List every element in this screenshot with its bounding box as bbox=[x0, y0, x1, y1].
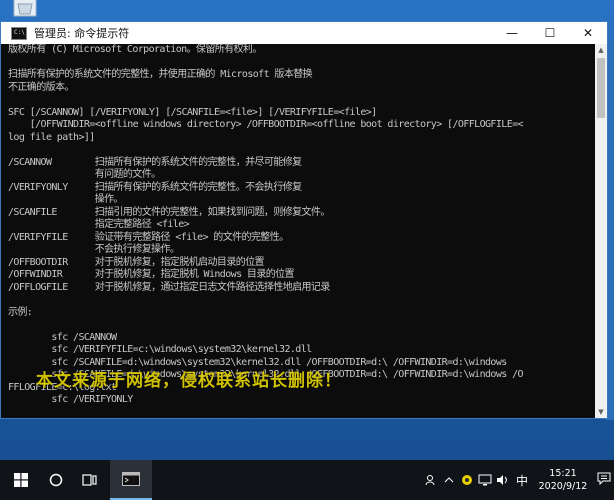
scroll-down-arrow-icon[interactable]: ▼ bbox=[595, 406, 607, 418]
taskbar: 中 15:21 2020/9/12 bbox=[0, 460, 614, 500]
scroll-up-arrow-icon[interactable]: ▲ bbox=[595, 44, 607, 56]
volume-icon[interactable] bbox=[494, 460, 512, 500]
console-line: 不正确的版本。 bbox=[8, 81, 74, 93]
maximize-button[interactable]: ☐ bbox=[531, 22, 569, 44]
search-button[interactable] bbox=[42, 460, 70, 500]
console-line: /OFFWINDIR 对于脱机修复，指定脱机 Windows 目录的位置 bbox=[8, 269, 295, 280]
console-line: 操作。 bbox=[8, 194, 124, 205]
window-title: 管理员: 命令提示符 bbox=[34, 27, 130, 40]
search-circle-icon bbox=[49, 473, 63, 487]
console-line: sfc /SCANNOW bbox=[8, 331, 117, 343]
close-button[interactable]: ✕ bbox=[569, 22, 607, 44]
console-line: /VERIFYFILE 验证带有完整路径 <file> 的文件的完整性。 bbox=[8, 231, 289, 243]
console-line: log file path>]] bbox=[8, 131, 95, 143]
console-line: /SCANFILE 扫描引用的文件的完整性，如果找到问题，则修复文件。 bbox=[8, 206, 330, 218]
console-output[interactable]: 版权所有 (C) Microsoft Corporation。保留所有权利。扫描… bbox=[1, 44, 595, 418]
network-icon[interactable] bbox=[476, 460, 494, 500]
console-line: 扫描所有保护的系统文件的完整性，并使用正确的 Microsoft 版本替换 bbox=[8, 69, 313, 80]
console-line: 不会执行修复操作。 bbox=[8, 244, 180, 255]
system-tray: 中 15:21 2020/9/12 bbox=[422, 460, 614, 500]
clock[interactable]: 15:21 2020/9/12 bbox=[532, 467, 594, 493]
task-view-icon bbox=[82, 474, 97, 486]
console-line: 示例: bbox=[8, 306, 33, 318]
recycle-bin-icon[interactable] bbox=[6, 0, 46, 20]
taskbar-cmd-button[interactable] bbox=[110, 460, 152, 500]
console-line: [/OFFWINDIR=<offline windows directory> … bbox=[8, 119, 524, 130]
cmd-app-icon bbox=[122, 472, 140, 486]
console-line: sfc /VERIFYFILE=c:\windows\system32\kern… bbox=[8, 344, 312, 355]
minimize-button[interactable]: — bbox=[493, 22, 531, 44]
console-line: sfc /VERIFYONLY bbox=[8, 394, 133, 405]
console-line: /SCANNOW 扫描所有保护的系统文件的完整性，并尽可能修复 bbox=[8, 156, 302, 168]
task-view-button[interactable] bbox=[70, 460, 110, 500]
cmd-icon: C:\ bbox=[11, 26, 27, 40]
window-controls: — ☐ ✕ bbox=[493, 22, 607, 44]
ime-indicator[interactable]: 中 bbox=[512, 472, 532, 489]
vertical-scrollbar[interactable]: ▲ ▼ bbox=[595, 44, 607, 418]
scrollbar-thumb[interactable] bbox=[597, 58, 605, 118]
title-bar[interactable]: C:\ 管理员: 命令提示符 — ☐ ✕ bbox=[1, 22, 607, 44]
watermark-text: 本文来源于网络，侵权联系站长删除！ bbox=[36, 371, 342, 391]
app-tray-icon[interactable] bbox=[458, 460, 476, 500]
notification-icon[interactable] bbox=[594, 472, 614, 489]
clock-time: 15:21 bbox=[549, 468, 577, 479]
windows-logo-icon bbox=[14, 473, 28, 487]
clock-date: 2020/9/12 bbox=[538, 481, 588, 492]
chevron-up-icon[interactable] bbox=[440, 460, 458, 500]
console-line: SFC [/SCANNOW] [/VERIFYONLY] [/SCANFILE=… bbox=[8, 106, 377, 118]
people-icon[interactable] bbox=[422, 460, 440, 500]
console-line: 版权所有 (C) Microsoft Corporation。保留所有权利。 bbox=[8, 44, 262, 55]
start-button[interactable] bbox=[0, 460, 42, 500]
console-line: 有问题的文件。 bbox=[8, 169, 161, 180]
console-line: /OFFBOOTDIR 对于脱机修复，指定脱机启动目录的位置 bbox=[8, 256, 265, 268]
console-line: /OFFLOGFILE 对于脱机修复，通过指定日志文件路径选择性地启用记录 bbox=[8, 281, 330, 293]
console-line: /VERIFYONLY 扫描所有保护的系统文件的完整性。不会执行修复 bbox=[8, 181, 302, 193]
command-prompt-window[interactable]: C:\ 管理员: 命令提示符 — ☐ ✕ 版权所有 (C) Microsoft … bbox=[0, 21, 608, 419]
console-line: 指定完整路径 <file> bbox=[8, 219, 190, 230]
